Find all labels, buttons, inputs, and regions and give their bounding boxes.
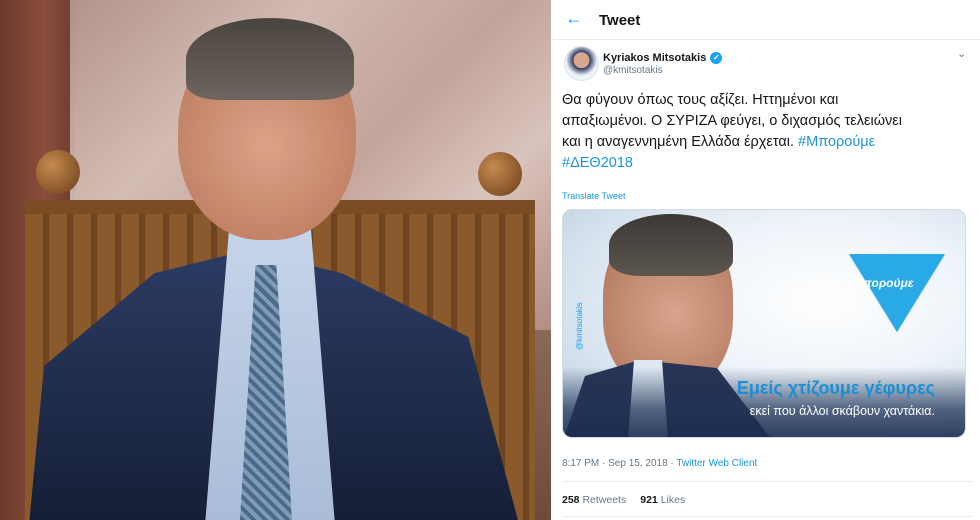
chevron-down-icon[interactable]: ⌄	[957, 47, 966, 60]
tweet-media-image[interactable]: @kmitsotakis Μπορούμε Εμείς χτίζουμε γέφ…	[562, 209, 966, 438]
media-handle-wrap: @kmitsotakis	[571, 300, 584, 370]
tweet-text-line-3: και η αναγεννημένη Ελλάδα έρχεται.	[562, 134, 799, 150]
retweets-stat[interactable]: 258 Retweets	[562, 494, 626, 506]
likes-count: 921	[640, 494, 658, 506]
author-name-row: Kyriakos Mitsotakis ✓	[603, 50, 723, 66]
back-arrow-icon[interactable]: ←	[565, 8, 583, 29]
media-slogan-sub: εκεί που άλλοι σκάβουν χαντάκια.	[749, 404, 935, 418]
tweet-timestamp[interactable]: 8:17 PM · Sep 15, 2018 ·	[562, 458, 676, 469]
tweet-panel: ← Tweet Kyriakos Mitsotakis ✓ @kmitsotak…	[553, 0, 980, 520]
tweet-stats: 258 Retweets 921 Likes	[562, 494, 685, 506]
likes-stat[interactable]: 921 Likes	[640, 494, 685, 506]
author-handle[interactable]: @kmitsotakis	[603, 65, 663, 76]
tweet-text: Θα φύγουν όπως τους αξίζει. Ηττημένοι κα…	[562, 90, 972, 174]
divider-line	[562, 516, 972, 517]
header-title: Tweet	[599, 12, 641, 29]
media-vertical-handle: @kmitsotakis	[575, 302, 584, 350]
verified-badge-icon: ✓	[710, 52, 723, 64]
tweet-text-line-1: Θα φύγουν όπως τους αξίζει. Ηττημένοι κα…	[562, 92, 839, 108]
tweet-client-link[interactable]: Twitter Web Client	[676, 458, 757, 469]
retweets-label: Retweets	[582, 494, 627, 506]
tweet-meta: 8:17 PM · Sep 15, 2018 · Twitter Web Cli…	[562, 458, 757, 469]
tweet-text-line-2: απαξιωμένοι. Ο ΣΥΡΙΖΑ φεύγει, ο διχασμός…	[562, 113, 902, 129]
hashtag-link[interactable]: #Μπορούμε	[798, 134, 875, 150]
hashtag-link[interactable]: #ΔΕΘ2018	[562, 155, 633, 171]
likes-label: Likes	[660, 494, 686, 506]
photo-chair-knob-right	[478, 152, 522, 196]
photo-hair	[186, 18, 354, 100]
retweets-count: 258	[562, 494, 580, 506]
campaign-logo-icon	[849, 254, 945, 332]
author-name[interactable]: Kyriakos Mitsotakis	[603, 52, 706, 64]
divider-line	[562, 481, 972, 482]
media-hair	[609, 214, 733, 276]
photo-chair-knob-left	[36, 150, 80, 194]
tweet-header: ← Tweet	[553, 0, 980, 40]
news-photo	[0, 0, 551, 520]
avatar[interactable]	[564, 46, 599, 81]
media-slogan-main: Εμείς χτίζουμε γέφυρες	[736, 378, 935, 398]
campaign-logo-text: Μπορούμε	[853, 276, 914, 290]
translate-tweet-link[interactable]: Translate Tweet	[562, 191, 626, 201]
